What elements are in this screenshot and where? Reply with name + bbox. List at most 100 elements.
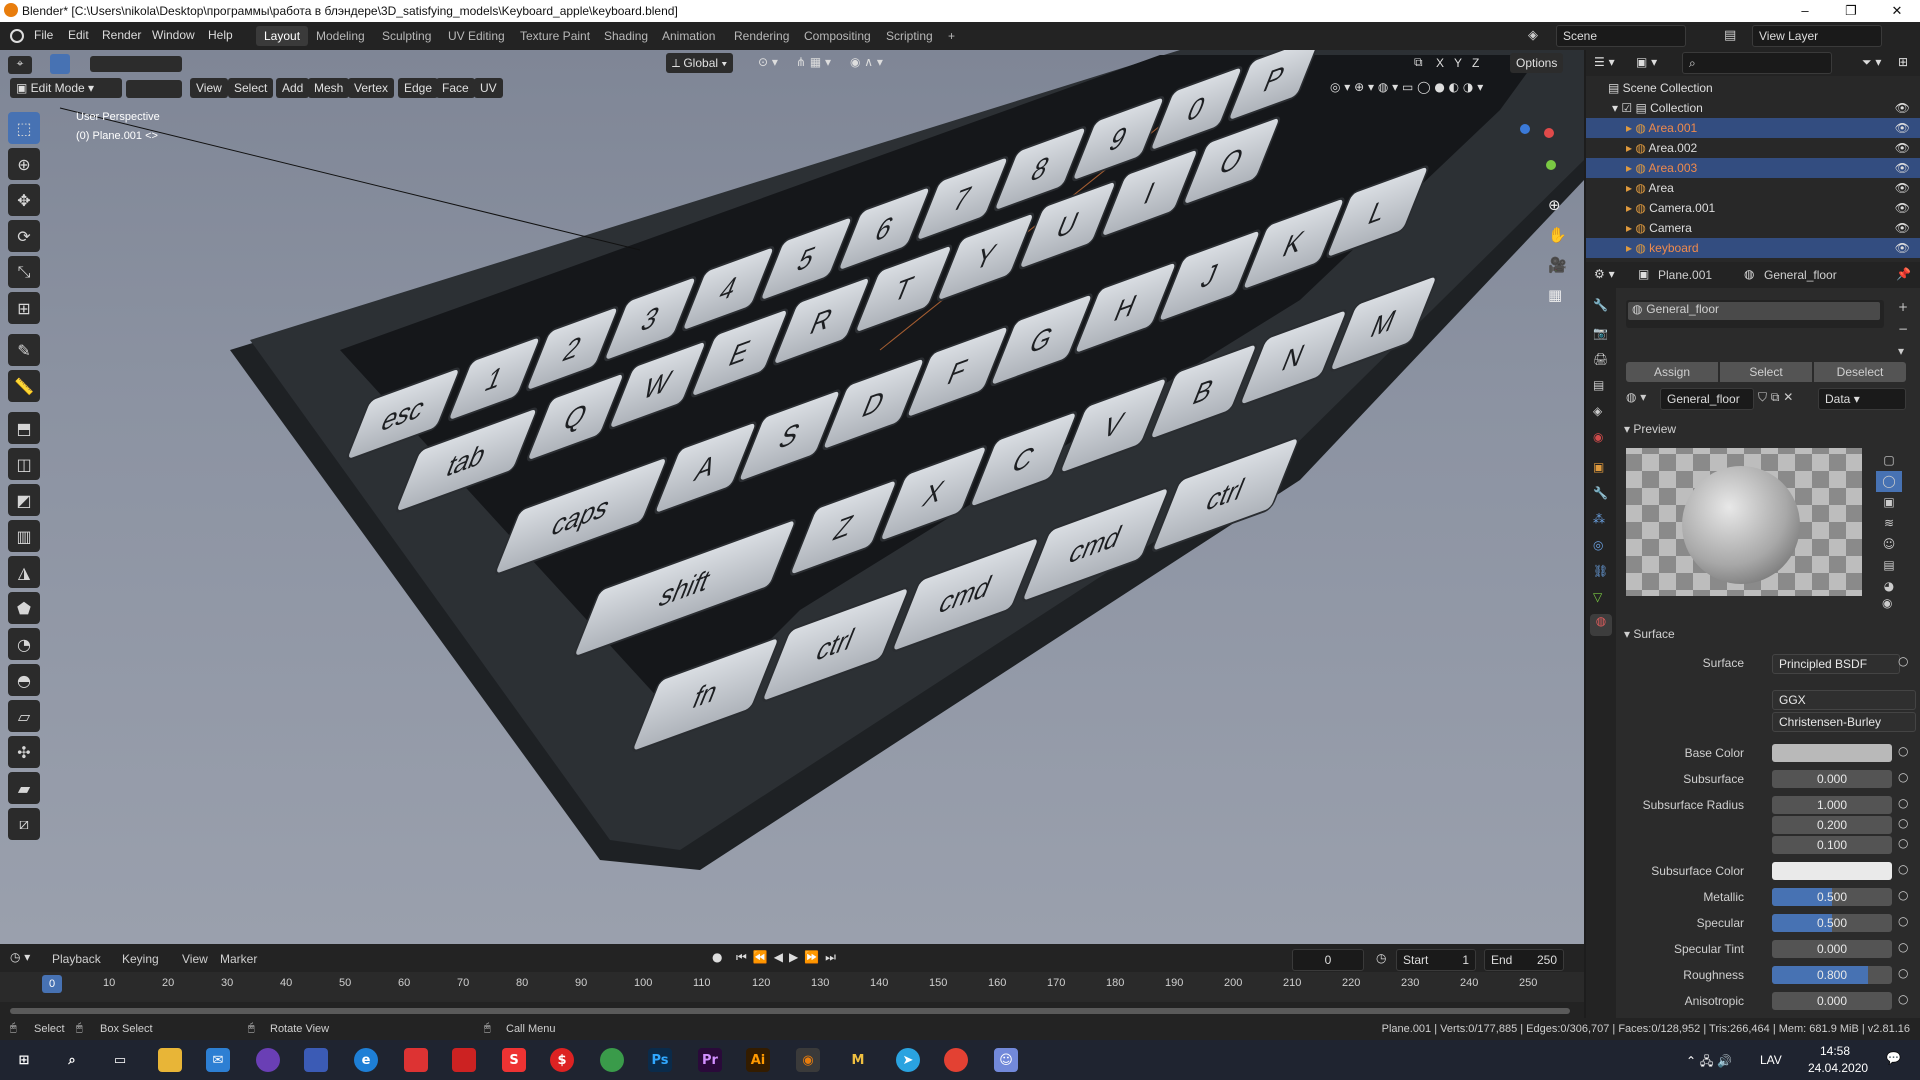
proportional-edit-icon[interactable]: ◉ ∧ ▾ <box>850 55 883 69</box>
socket-link-icon[interactable]: ○ <box>1898 796 1908 810</box>
tab-layout[interactable]: Layout <box>256 26 309 46</box>
assign-button[interactable]: Assign <box>1626 362 1718 382</box>
gizmo-z-axis-icon[interactable] <box>1520 124 1530 134</box>
timeline-editor-icon[interactable]: ◷ ▾ <box>10 950 30 964</box>
blender-taskbar-icon[interactable]: ◉ <box>796 1048 820 1072</box>
menu-view[interactable]: View <box>190 78 228 98</box>
menu-edge[interactable]: Edge <box>398 78 439 98</box>
pan-icon[interactable]: ✋ <box>1548 226 1567 244</box>
view-layer-selector[interactable]: View Layer <box>1752 25 1882 47</box>
premiere-icon[interactable]: Pr <box>698 1048 722 1072</box>
field-value[interactable]: 0.800 <box>1772 966 1892 984</box>
timeline-scrollbar[interactable] <box>10 1008 1570 1014</box>
record-icon[interactable]: ● <box>712 950 722 964</box>
outliner-item[interactable]: ▸ ◍ keyboard 👁 <box>1586 238 1920 258</box>
remove-slot-icon[interactable]: − <box>1898 322 1908 336</box>
visibility-eye-icon[interactable]: 👁 <box>1895 138 1910 158</box>
visibility-eye-icon[interactable]: 👁 <box>1895 158 1910 178</box>
world-tab-icon[interactable]: ◉ <box>1593 430 1603 444</box>
link-data-select[interactable]: Data ▾ <box>1818 388 1906 410</box>
visibility-eye-icon[interactable]: 👁 <box>1895 198 1910 218</box>
field-value[interactable]: 0.100 <box>1772 836 1892 854</box>
menu-keying[interactable]: Keying <box>122 952 159 966</box>
add-workspace-button[interactable]: + <box>940 26 963 46</box>
preview-shape-icons[interactable]: ▢ ◯ ▣ ≋ ☺ ▤ ◕ <box>1876 450 1902 597</box>
photoshop-icon[interactable]: Ps <box>648 1048 672 1072</box>
tab-scripting[interactable]: Scripting <box>878 26 941 46</box>
annotate-tool-icon[interactable]: ✎ <box>8 334 40 366</box>
socket-link-icon[interactable]: ○ <box>1898 770 1908 784</box>
gizmo-y-axis-icon[interactable] <box>1546 160 1556 170</box>
material-name-field[interactable]: General_floor <box>1660 388 1754 410</box>
field-value[interactable]: 0.000 <box>1772 770 1892 788</box>
app-red2-icon[interactable] <box>452 1048 476 1072</box>
editor-type-icon[interactable]: ⌖ <box>8 56 32 74</box>
view-layer-tab-icon[interactable]: ▤ <box>1593 378 1604 392</box>
tab-sculpting[interactable]: Sculpting <box>374 26 439 46</box>
socket-link-icon[interactable]: ○ <box>1898 836 1908 850</box>
clock-time[interactable]: 14:58 <box>1820 1044 1850 1058</box>
mirror-icon[interactable]: ⧉ <box>1414 55 1423 70</box>
app-shield-icon[interactable] <box>304 1048 328 1072</box>
playhead[interactable]: 0 <box>42 975 62 993</box>
add-slot-icon[interactable]: + <box>1898 300 1908 314</box>
socket-link-icon[interactable]: ○ <box>1898 862 1908 876</box>
rotate-tool-icon[interactable]: ⟳ <box>8 220 40 252</box>
tab-uv-editing[interactable]: UV Editing <box>440 26 513 46</box>
vertex-edge-face-icons[interactable] <box>126 80 182 98</box>
slot-menu-icon[interactable]: ▾ <box>1898 344 1904 358</box>
subsurface-method-select[interactable]: Christensen-Burley <box>1772 712 1916 732</box>
material-tab-icon[interactable]: ◍ <box>1590 614 1612 636</box>
menu-add[interactable]: Add <box>276 78 310 98</box>
field-value[interactable]: 0.000 <box>1772 940 1892 958</box>
outliner-item[interactable]: ▸ ◍ Area.003 👁 <box>1586 158 1920 178</box>
particles-tab-icon[interactable]: ⁂ <box>1593 512 1605 526</box>
snap-icon[interactable]: ⋔ ▦ ▾ <box>796 55 831 69</box>
material-slot-row[interactable]: ◍ General_floor <box>1628 302 1880 320</box>
keyboard-language[interactable]: LAV <box>1760 1053 1782 1067</box>
tool-tab-icon[interactable]: 🔧 <box>1593 298 1608 312</box>
axis-x[interactable]: X <box>1436 56 1444 70</box>
spin-tool-icon[interactable]: ◔ <box>8 628 40 660</box>
smooth-tool-icon[interactable]: ◓ <box>8 664 40 696</box>
material-slot-list[interactable]: ◍ General_floor <box>1626 300 1884 328</box>
field-value[interactable] <box>1772 744 1892 762</box>
menu-window[interactable]: Window <box>152 28 195 42</box>
illustrator-icon[interactable]: Ai <box>746 1048 770 1072</box>
tab-animation[interactable]: Animation <box>654 26 723 46</box>
poly-build-tool-icon[interactable]: ⬟ <box>8 592 40 624</box>
tray-icons[interactable]: ⌃ 🖧 🔊 <box>1686 1052 1732 1073</box>
frame-ruler[interactable]: 0 10 20 30 40 50 60 70 80 90 100 110 120 130 140 150 160… <box>0 972 1584 1002</box>
outliner-scene-collection[interactable]: ▤ Scene Collection <box>1586 78 1920 98</box>
surface-header[interactable]: ▾ Surface <box>1624 627 1675 641</box>
3d-viewport[interactable]: esc 1 2 3 4 5 6 7 8 9 0 Ptab Q W E R T Y U I Ocaps A S D F G H J K Ls… <box>0 50 1584 944</box>
minimize-button[interactable]: – <box>1782 0 1828 22</box>
scene-selector[interactable]: Scene <box>1556 25 1686 47</box>
menu-vertex[interactable]: Vertex <box>348 78 395 98</box>
pin-icon[interactable]: 📌 <box>1896 267 1911 281</box>
menu-face[interactable]: Face <box>436 78 475 98</box>
scene-tab-icon[interactable]: ◈ <box>1593 404 1602 418</box>
blender-menu-icon[interactable] <box>10 29 24 43</box>
preview-header[interactable]: ▾ Preview <box>1624 422 1676 436</box>
extrude-tool-icon[interactable]: ⬒ <box>8 412 40 444</box>
transform-orientation[interactable]: ⟂ Global ▾ <box>666 53 734 73</box>
surface-link-icon[interactable]: ○ <box>1898 654 1908 668</box>
app-m-icon[interactable]: M <box>846 1048 870 1072</box>
socket-link-icon[interactable]: ○ <box>1898 888 1908 902</box>
menu-select[interactable]: Select <box>228 78 274 98</box>
current-frame-field[interactable]: 0 <box>1292 949 1364 971</box>
field-value[interactable]: 1.000 <box>1772 796 1892 814</box>
shear-tool-icon[interactable]: ▰ <box>8 772 40 804</box>
menu-edit[interactable]: Edit <box>68 28 89 42</box>
menu-help[interactable]: Help <box>208 28 233 42</box>
discord-icon[interactable]: ☺ <box>994 1048 1018 1072</box>
ortho-toggle-icon[interactable]: ▦ <box>1548 286 1562 304</box>
notification-icon[interactable]: 💬 <box>1886 1051 1901 1065</box>
app-red4-icon[interactable]: $ <box>550 1048 574 1072</box>
fake-user-icon[interactable]: ⛉ ⧉ ✕ <box>1758 390 1793 405</box>
new-collection-icon[interactable]: ⊞ <box>1898 55 1908 69</box>
rip-tool-icon[interactable]: ⧄ <box>8 808 40 840</box>
tab-texture-paint[interactable]: Texture Paint <box>512 26 598 46</box>
tab-shading[interactable]: Shading <box>596 26 656 46</box>
